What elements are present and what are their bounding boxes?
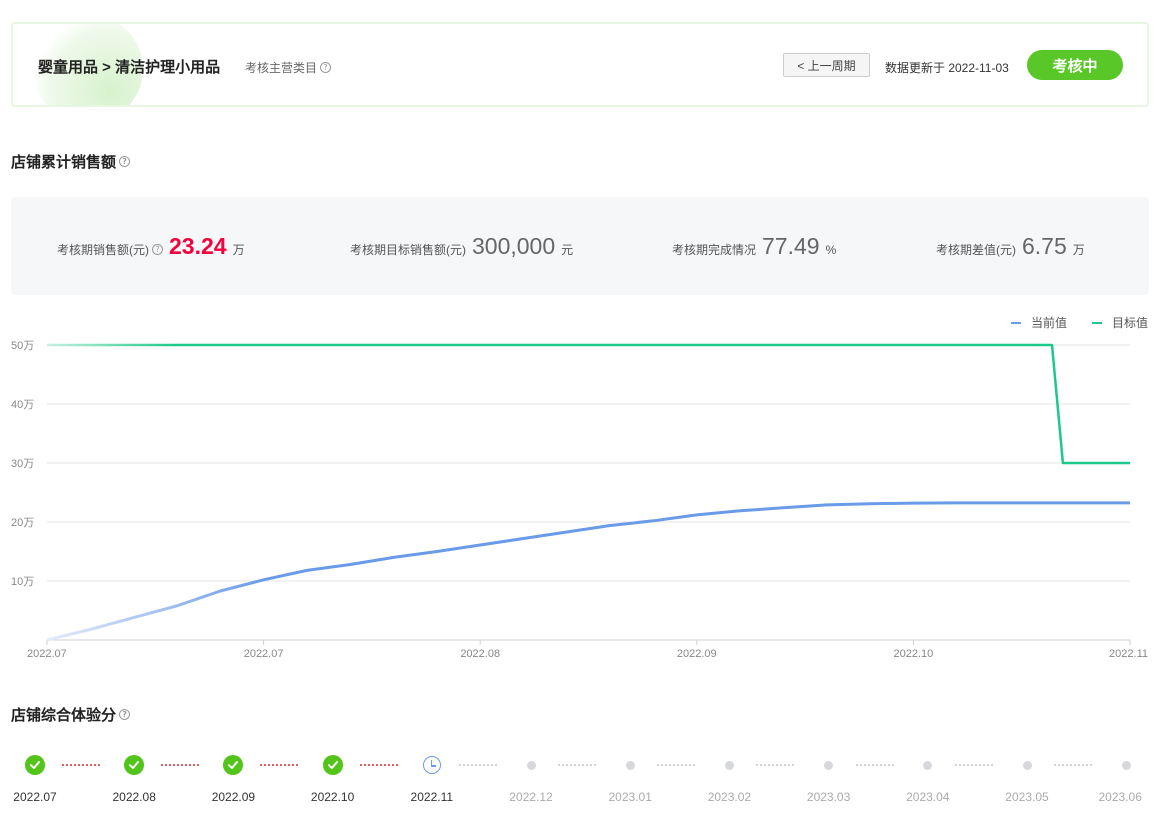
timeline-connector — [558, 764, 596, 766]
stat-label: 考核期完成情况 — [672, 243, 757, 257]
x-tick-label: 2022.07 — [27, 648, 67, 660]
stat-value: 300,000 — [472, 233, 556, 259]
dot — [1121, 760, 1131, 770]
stat-label: 考核期目标销售额(元) — [350, 243, 466, 257]
x-tick-label: 2022.07 — [244, 648, 284, 660]
timeline-connector — [756, 764, 795, 766]
timeline-month-label: 2022.10 — [310, 790, 355, 804]
y-tick-label: 30万 — [11, 458, 34, 470]
timeline-connector — [954, 764, 993, 766]
previous-period-button[interactable]: < 上一周期 — [783, 53, 870, 77]
x-tick-label: 2022.10 — [894, 648, 934, 660]
check-circle-icon — [321, 753, 345, 777]
timeline-connector — [657, 764, 696, 766]
timeline-month-label: 2023.01 — [608, 790, 652, 804]
update-timestamp: 数据更新于 2022-11-03 — [885, 61, 1009, 75]
stat-unit: 万 — [1072, 243, 1085, 257]
timeline-month-label: 2022.09 — [211, 790, 256, 804]
experience-section-title: 店铺综合体验分 ? — [11, 704, 131, 725]
dot — [526, 760, 536, 770]
x-tick-label: 2022.08 — [460, 648, 500, 660]
y-tick-label: 20万 — [11, 517, 34, 529]
pending-dot-icon — [519, 753, 543, 777]
pending-dot-icon — [817, 753, 841, 777]
category-note: 考核主营类目 ? — [245, 59, 332, 76]
timeline-month-label: 2022.11 — [410, 790, 454, 804]
timeline-month-label: 2023.04 — [906, 790, 950, 804]
help-icon[interactable]: ? — [320, 62, 332, 73]
stat-value: 23.24 — [169, 233, 227, 259]
check-badge — [322, 755, 343, 775]
check-badge — [124, 755, 145, 775]
sales-line-chart: 10万 20万 30万 40万 50万 2022.07 2022.07 2022.08 2022… — [11, 315, 1148, 660]
timeline-month-label: 2022.07 — [13, 790, 57, 804]
stat-completion: 考核期完成情况 77.49 % — [672, 233, 836, 260]
category-path: 婴童用品 > 清洁护理小用品 — [38, 59, 221, 76]
dot — [923, 760, 933, 770]
y-tick-label: 10万 — [11, 576, 34, 588]
stat-period-sales: 考核期销售额(元) ? 23.24 万 — [57, 233, 245, 260]
sales-section-title: 店铺累计销售额 ? — [11, 151, 131, 172]
timeline-month-label: 2023.05 — [1005, 790, 1049, 804]
timeline-month-label: 2022.12 — [509, 790, 553, 804]
pending-dot-icon — [1015, 753, 1039, 777]
stat-label: 考核期销售额(元) — [57, 243, 149, 257]
stat-unit: % — [825, 243, 837, 257]
dot — [1022, 760, 1032, 770]
check-badge — [223, 755, 244, 775]
x-tick-label: 2022.09 — [677, 648, 717, 660]
stat-unit: 元 — [561, 243, 574, 257]
y-tick-label: 40万 — [11, 399, 34, 411]
check-badge — [25, 755, 45, 775]
help-icon[interactable]: ? — [119, 709, 131, 720]
y-tick-label: 50万 — [11, 340, 34, 352]
timeline-connector — [62, 764, 100, 766]
stat-value: 77.49 — [762, 233, 820, 259]
stat-target-sales: 考核期目标销售额(元) 300,000 元 — [350, 233, 573, 260]
stat-label: 考核期差值(元) — [936, 243, 1016, 257]
dot — [625, 760, 635, 770]
stat-unit: 万 — [232, 243, 245, 257]
dot — [724, 760, 734, 770]
help-icon[interactable]: ? — [119, 156, 131, 167]
pending-dot-icon — [1114, 753, 1138, 777]
clock-icon — [420, 753, 444, 777]
dot — [824, 760, 834, 770]
pending-dot-icon — [717, 753, 741, 777]
check-circle-icon — [221, 753, 245, 777]
pending-dot-icon — [916, 753, 940, 777]
timeline-month-label: 2023.02 — [707, 790, 752, 804]
help-icon[interactable]: ? — [152, 244, 163, 255]
check-circle-icon — [23, 753, 47, 777]
pending-dot-icon — [618, 753, 642, 777]
stat-difference: 考核期差值(元) 6.75 万 — [936, 233, 1085, 260]
experience-timeline: 2022.07 2022.08 2022.09 2022.10 2022.11 2022.… — [0, 745, 1167, 815]
sales-stats-card: 考核期销售额(元) ? 23.24 万 考核期目标销售额(元) 300,000 … — [11, 197, 1149, 295]
current-value-line — [46, 501, 1130, 642]
clock-face — [422, 756, 441, 774]
check-circle-icon — [122, 753, 146, 777]
timeline-connector — [855, 764, 894, 766]
experience-section-title-text: 店铺综合体验分 — [11, 707, 117, 724]
timeline-connector — [359, 764, 398, 766]
stat-value: 6.75 — [1022, 233, 1067, 259]
x-tick-label: 2022.11 — [1109, 648, 1148, 660]
timeline-connector — [458, 764, 497, 766]
timeline-connector — [1054, 764, 1092, 766]
status-badge[interactable]: 考核中 — [1027, 50, 1123, 80]
timeline-month-label: 2023.06 — [1098, 790, 1142, 804]
timeline-connector — [161, 764, 200, 766]
category-note-label: 考核主营类目 — [245, 61, 318, 75]
sales-section-title-text: 店铺累计销售额 — [11, 154, 117, 171]
timeline-month-label: 2022.08 — [112, 790, 156, 804]
timeline-month-label: 2023.03 — [806, 790, 851, 804]
category-header-card: 婴童用品 > 清洁护理小用品 考核主营类目 ? < 上一周期 数据更新于 202… — [11, 22, 1149, 107]
legend-label: 当前值 — [1031, 315, 1067, 330]
legend-label: 目标值 — [1112, 315, 1148, 330]
timeline-connector — [260, 764, 299, 766]
